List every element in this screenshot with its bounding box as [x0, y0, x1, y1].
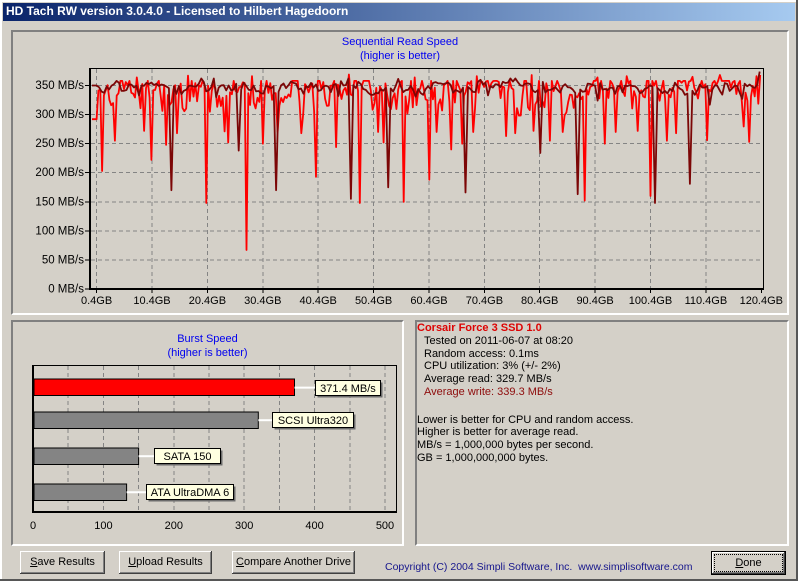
svg-text:0.4GB: 0.4GB: [81, 295, 112, 307]
svg-text:100: 100: [94, 520, 112, 532]
svg-text:400: 400: [305, 520, 323, 532]
svg-text:50.4GB: 50.4GB: [355, 295, 392, 307]
svg-text:SATA 150: SATA 150: [164, 451, 212, 463]
svg-text:300 MB/s: 300 MB/s: [35, 109, 84, 121]
svg-text:80.4GB: 80.4GB: [521, 295, 558, 307]
svg-text:371.4 MB/s: 371.4 MB/s: [320, 383, 376, 395]
svg-text:90.4GB: 90.4GB: [576, 295, 613, 307]
svg-text:0: 0: [30, 520, 36, 532]
svg-text:ATA UltraDMA 6: ATA UltraDMA 6: [151, 487, 229, 499]
svg-text:40.4GB: 40.4GB: [300, 295, 337, 307]
svg-text:350 MB/s: 350 MB/s: [35, 80, 84, 92]
svg-text:150 MB/s: 150 MB/s: [35, 196, 84, 208]
svg-text:110.4GB: 110.4GB: [685, 295, 728, 307]
svg-text:30.4GB: 30.4GB: [244, 295, 281, 307]
svg-text:10.4GB: 10.4GB: [133, 295, 170, 307]
svg-text:100 MB/s: 100 MB/s: [35, 225, 84, 237]
svg-text:100.4GB: 100.4GB: [629, 295, 672, 307]
svg-text:120.4GB: 120.4GB: [740, 295, 783, 307]
svg-text:20.4GB: 20.4GB: [189, 295, 226, 307]
svg-text:70.4GB: 70.4GB: [466, 295, 503, 307]
svg-text:200 MB/s: 200 MB/s: [35, 167, 84, 179]
svg-text:0 MB/s: 0 MB/s: [48, 284, 84, 296]
svg-text:200: 200: [165, 520, 183, 532]
svg-text:60.4GB: 60.4GB: [410, 295, 447, 307]
svg-text:500: 500: [376, 520, 394, 532]
svg-text:50 MB/s: 50 MB/s: [42, 254, 84, 266]
svg-text:SCSI Ultra320: SCSI Ultra320: [278, 415, 348, 427]
svg-text:250 MB/s: 250 MB/s: [35, 138, 84, 150]
svg-text:300: 300: [235, 520, 253, 532]
